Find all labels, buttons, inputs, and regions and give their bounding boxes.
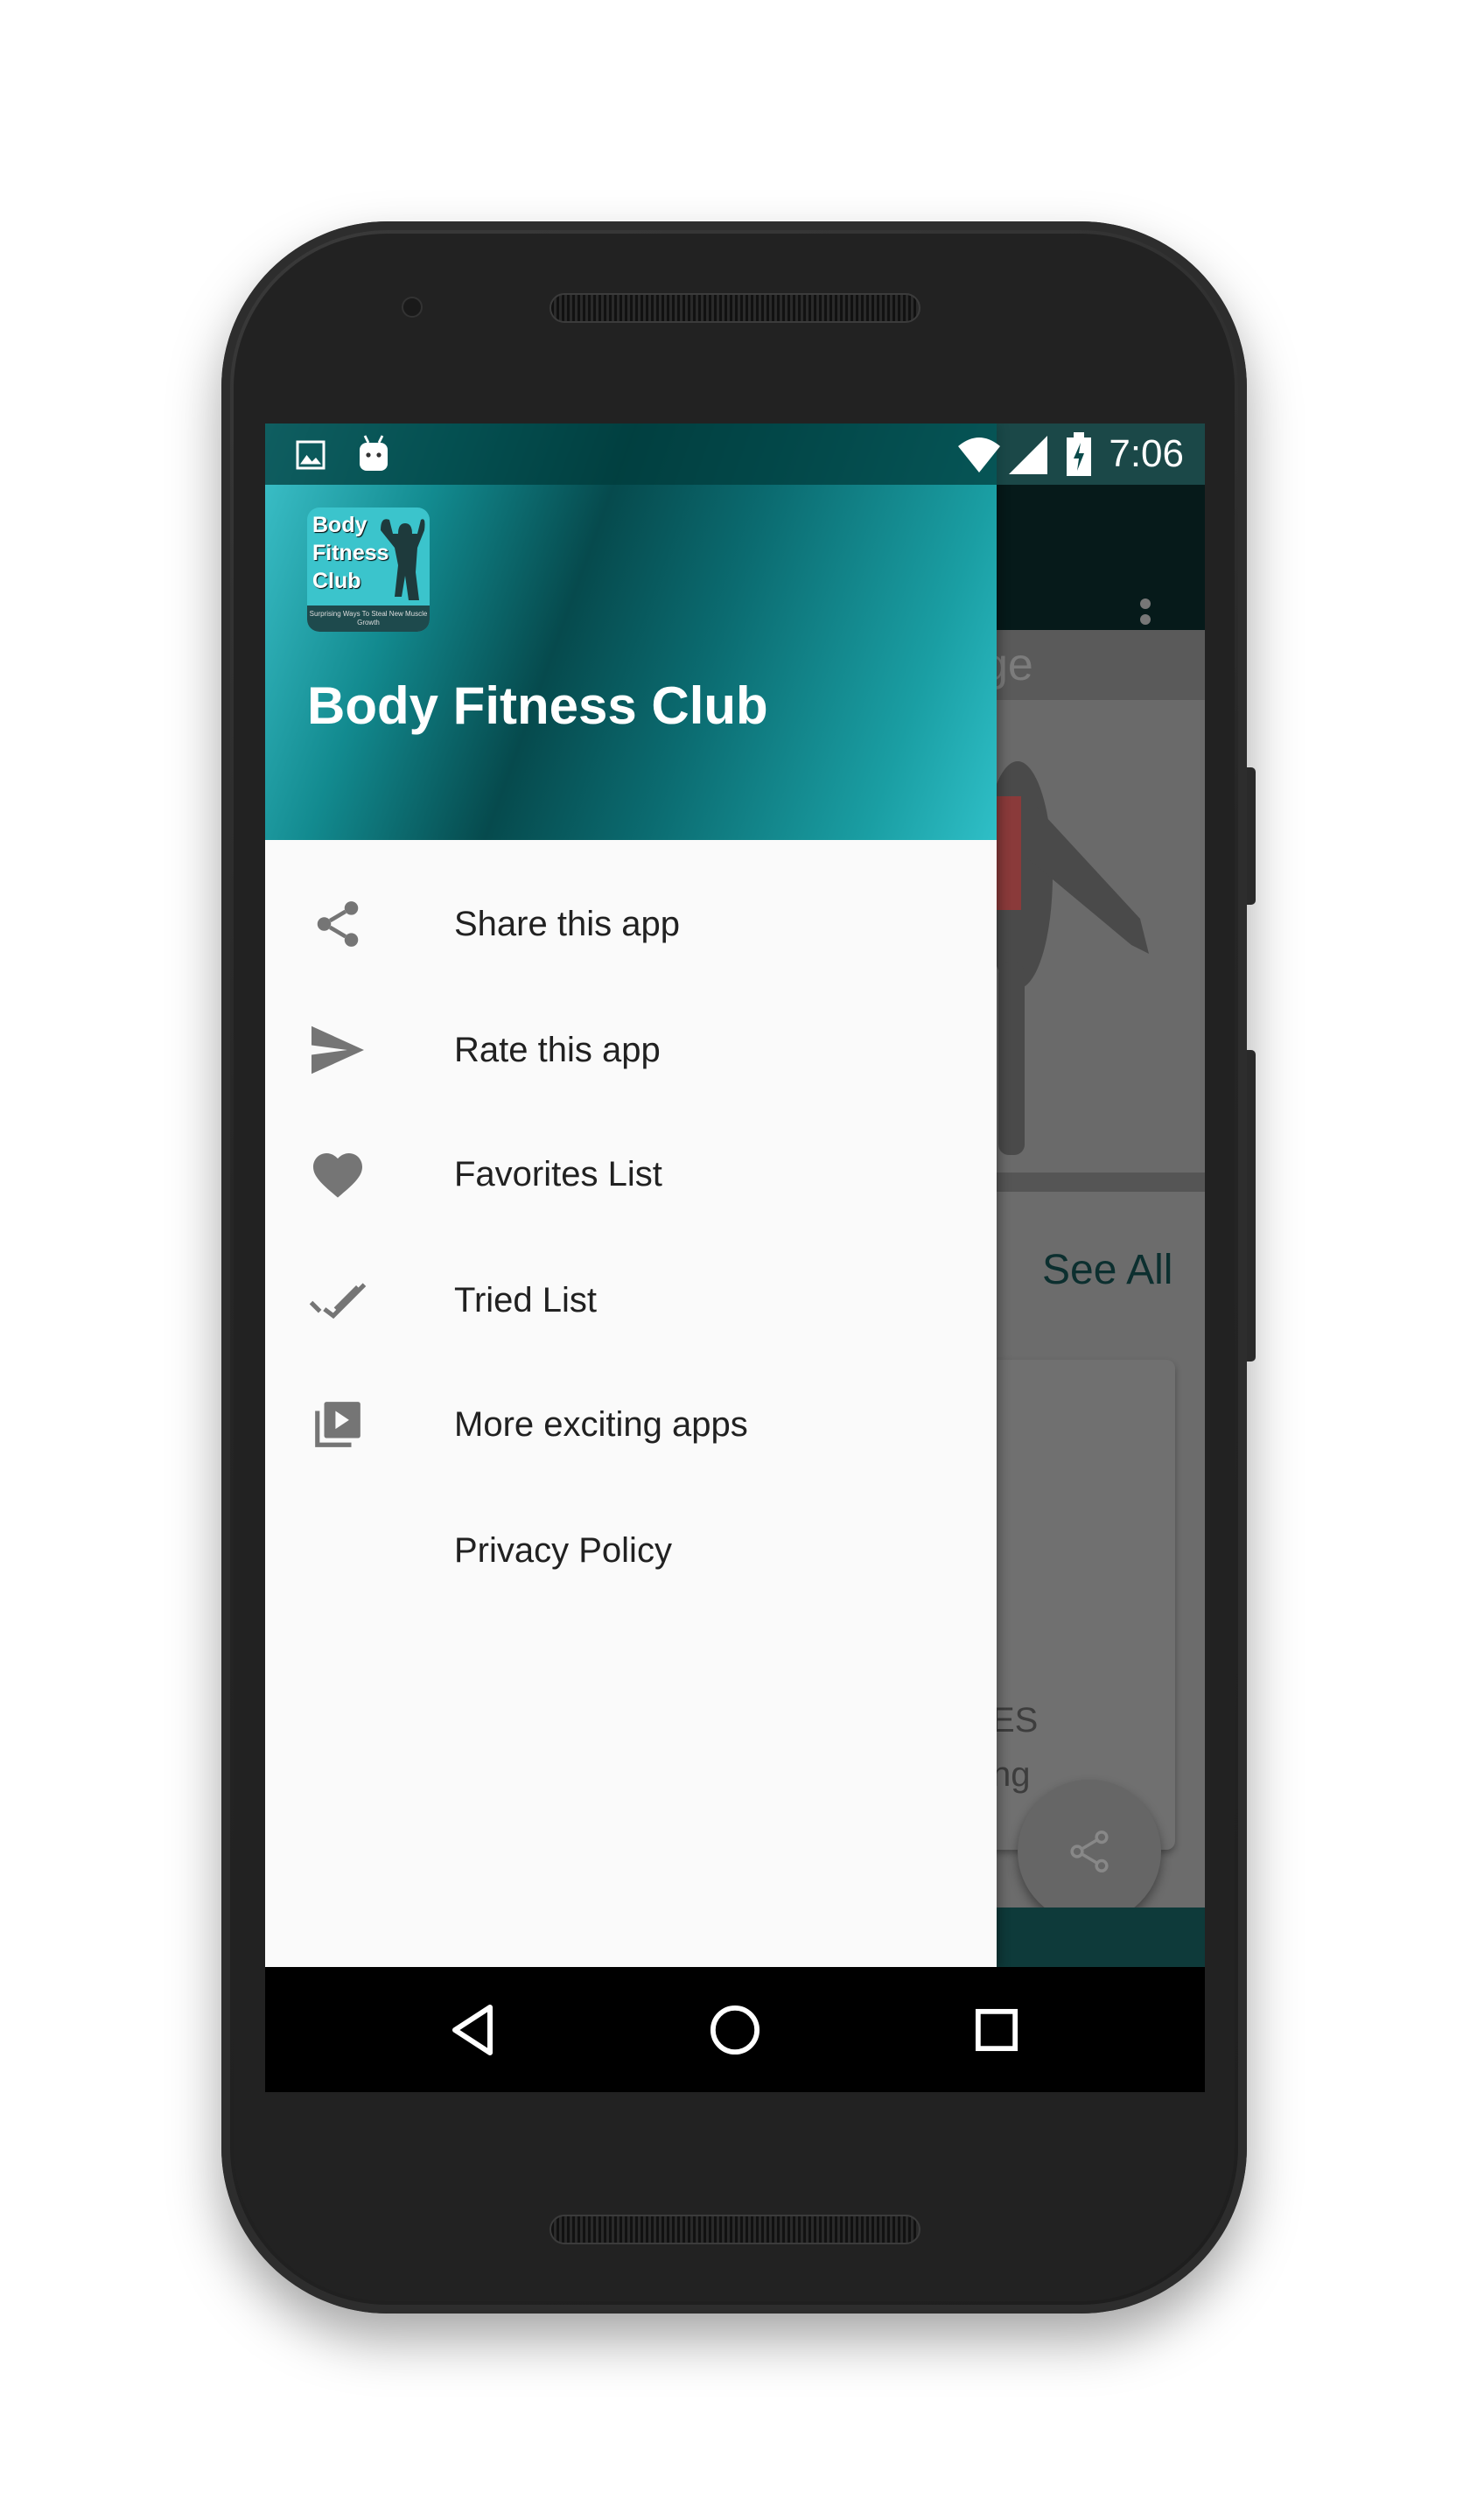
navigation-bar	[265, 1967, 1205, 2092]
send-icon	[309, 1021, 367, 1079]
share-icon	[309, 895, 367, 953]
navigation-drawer: Body Fitness Club Surprising Ways To Ste…	[265, 424, 997, 1969]
bottom-speaker	[550, 2215, 920, 2244]
back-icon	[452, 2005, 493, 2055]
app-title: Body Fitness Club	[307, 676, 768, 735]
double-check-icon	[309, 1271, 367, 1329]
drawer-header: Body Fitness Club Surprising Ways To Ste…	[265, 424, 997, 840]
front-camera	[402, 297, 423, 318]
home-icon	[710, 2005, 760, 2055]
menu-item-favorites[interactable]: Favorites List	[265, 1117, 997, 1231]
recents-icon	[975, 2008, 1018, 2052]
image-icon	[296, 440, 326, 470]
heart-icon	[309, 1145, 367, 1203]
clock: 7:06	[1109, 432, 1184, 475]
share-icon	[1070, 1830, 1109, 1872]
top-speaker	[550, 293, 920, 323]
android-icon	[360, 435, 388, 471]
menu-item-rate[interactable]: Rate this app	[265, 993, 997, 1107]
menu-item-share[interactable]: Share this app	[265, 867, 997, 981]
power-button	[1247, 767, 1256, 905]
recents-button[interactable]	[965, 1998, 1028, 2062]
home-button[interactable]	[704, 1998, 766, 2062]
video-library-icon	[309, 1396, 367, 1453]
menu-item-tried[interactable]: Tried List	[265, 1243, 997, 1357]
volume-button	[1247, 1050, 1256, 1362]
see-all-link: See All	[1042, 1247, 1173, 1293]
signal-icon	[1009, 436, 1047, 474]
status-bar: 7:06	[265, 424, 1205, 485]
app-logo: Body Fitness Club Surprising Ways To Ste…	[307, 508, 430, 632]
share-fab	[1018, 1780, 1161, 1923]
wifi-icon	[958, 438, 1000, 472]
screen: ge See All ES ng 7:06 Body Fitness Club …	[265, 424, 1205, 2092]
battery-charging-icon	[1067, 432, 1091, 476]
menu-item-privacy-policy[interactable]: Privacy Policy	[265, 1494, 997, 1607]
menu-item-more-apps[interactable]: More exciting apps	[265, 1368, 997, 1481]
card-title: ES	[991, 1701, 1039, 1740]
bodybuilder-silhouette	[381, 519, 425, 600]
card-subtitle: ng	[991, 1755, 1031, 1794]
back-button[interactable]	[441, 1998, 504, 2062]
